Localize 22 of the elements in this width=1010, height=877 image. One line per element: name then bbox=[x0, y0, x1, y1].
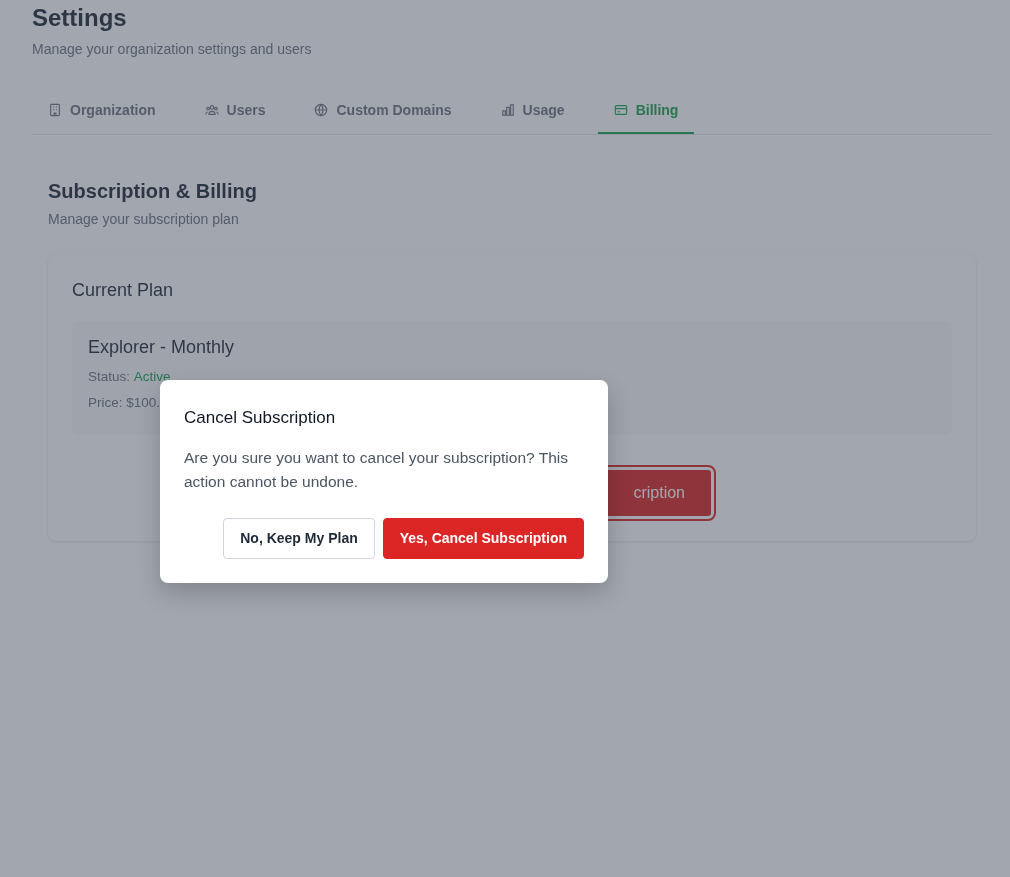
section-title: Subscription & Billing bbox=[48, 178, 258, 203]
price-text: Price: $100. bbox=[88, 394, 161, 413]
confirm-cancel-button[interactable]: Yes, Cancel Subscription bbox=[382, 518, 584, 560]
section-subtitle: Manage your subscription plan bbox=[48, 209, 240, 229]
credit-card-icon bbox=[613, 103, 628, 118]
card-title: Current Plan bbox=[72, 279, 175, 302]
dialog-message: Are you sure you want to cancel your subscription? This action cannot be undone. bbox=[184, 448, 569, 493]
tab[interactable]: Organization bbox=[32, 89, 172, 134]
tab[interactable]: Billing bbox=[597, 89, 695, 134]
tab[interactable]: Users bbox=[188, 89, 282, 134]
tab[interactable]: Custom Domains bbox=[298, 89, 468, 134]
dialog-title: Cancel Subscription bbox=[184, 408, 337, 429]
page-title: Settings bbox=[32, 4, 128, 33]
tab[interactable]: Usage bbox=[484, 89, 581, 134]
globe-icon bbox=[314, 103, 329, 118]
building-icon bbox=[48, 103, 62, 118]
plan-name: Explorer - Monthly bbox=[88, 337, 236, 359]
status-text: Status: Active bbox=[88, 368, 171, 386]
bar-chart-icon bbox=[500, 103, 515, 118]
users-icon bbox=[204, 103, 219, 118]
keep-plan-button[interactable]: No, Keep My Plan bbox=[223, 518, 375, 560]
page-subtitle: Manage your organization settings and users bbox=[32, 39, 313, 59]
